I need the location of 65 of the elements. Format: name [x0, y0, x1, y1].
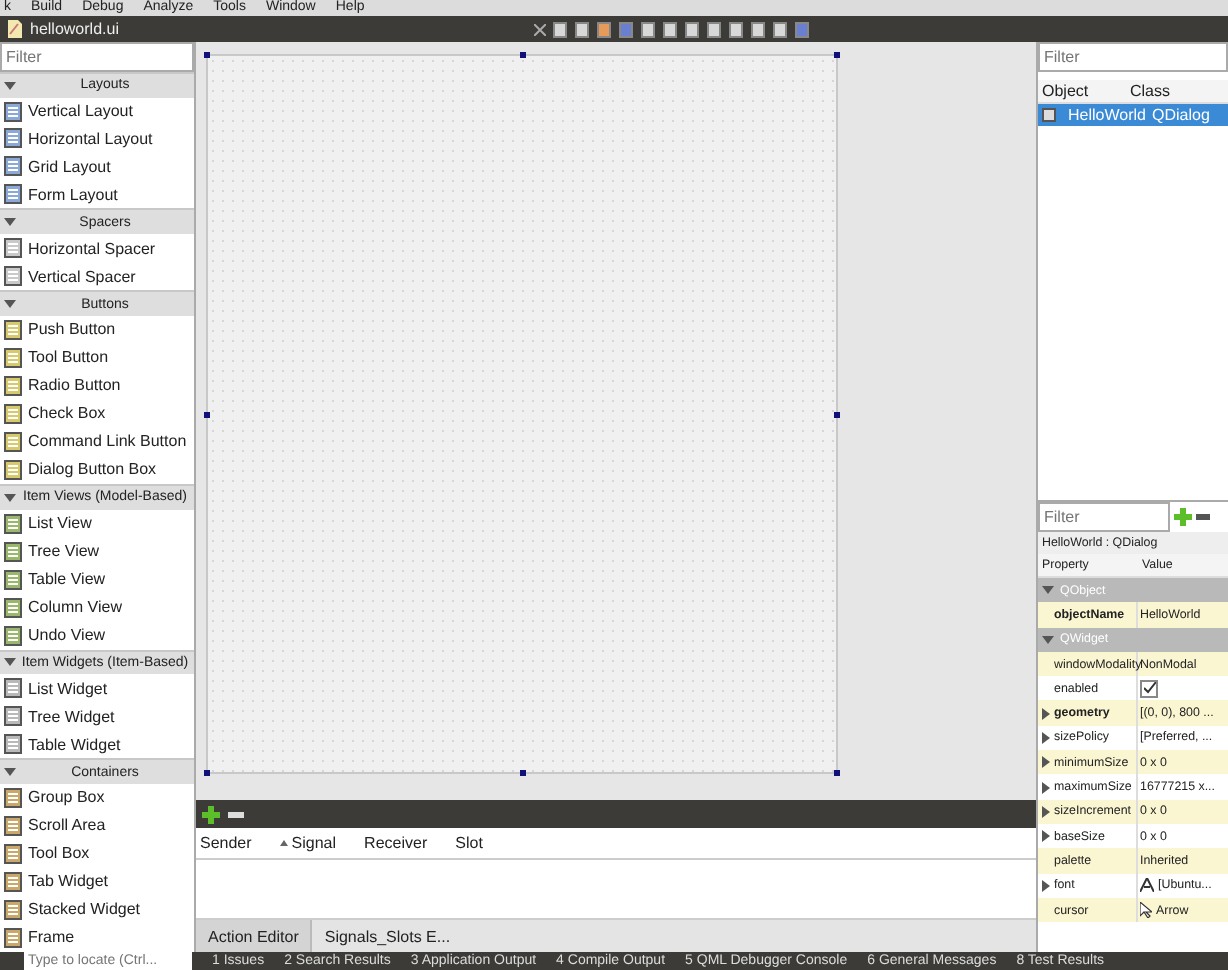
font-icon [1140, 878, 1154, 893]
column-header[interactable]: Receiver [364, 834, 428, 852]
widget-item[interactable]: Vertical Spacer [0, 262, 194, 291]
widget-item[interactable]: Table View [0, 565, 194, 594]
expanded-arrow-icon[interactable] [4, 216, 16, 229]
widget-item[interactable]: Stacked Widget [0, 895, 194, 924]
object-row[interactable]: HelloWorld QDialog [1038, 104, 1228, 126]
widget-item[interactable]: Undo View [0, 621, 194, 649]
expanded-arrow-icon[interactable] [4, 79, 16, 92]
file-icon [8, 20, 22, 38]
widget-item[interactable]: Dialog Button Box [0, 455, 194, 484]
widget-item[interactable]: Command Link Button [0, 427, 194, 456]
widget-item[interactable]: Push Button [0, 315, 194, 344]
resize-handle[interactable] [834, 412, 840, 418]
widget-item[interactable]: Table Widget [0, 730, 194, 759]
widget-item[interactable]: Form Layout [0, 180, 194, 209]
widget-item[interactable]: Check Box [0, 399, 194, 428]
add-icon[interactable] [202, 805, 220, 823]
sort-arrow-icon [279, 840, 288, 846]
cursor-icon [1140, 902, 1152, 918]
widget-item[interactable]: Horizontal Layout [0, 125, 194, 153]
expanded-arrow-icon[interactable] [4, 298, 16, 311]
panel-tab[interactable]: Action Editor [196, 920, 313, 952]
widget-item[interactable]: Grid Layout [0, 152, 194, 181]
resize-handle[interactable] [204, 412, 210, 418]
filter-field[interactable]: Filter [1038, 42, 1228, 72]
document-tab[interactable]: helloworld.ui [30, 20, 119, 38]
expanded-arrow-icon[interactable] [4, 766, 16, 779]
expanded-arrow-icon[interactable] [4, 656, 16, 669]
dialog-icon [1042, 108, 1056, 122]
collapsed-arrow-icon[interactable] [1040, 879, 1052, 892]
widget-item[interactable]: Radio Button [0, 371, 194, 400]
resize-handle[interactable] [204, 770, 210, 776]
widget-item[interactable]: Tree Widget [0, 702, 194, 731]
resize-handle[interactable] [520, 52, 526, 58]
widget-item[interactable]: Tab Widget [0, 867, 194, 896]
column-header[interactable]: Signal [291, 834, 337, 852]
close-icon[interactable] [534, 23, 547, 35]
widget-item[interactable]: Column View [0, 593, 194, 622]
column-header[interactable]: Sender [200, 834, 252, 852]
resize-handle[interactable] [834, 770, 840, 776]
widget-item[interactable]: Horizontal Spacer [0, 234, 194, 263]
filter-field[interactable]: Filter [0, 42, 194, 72]
widget-item[interactable]: Group Box [0, 783, 194, 812]
resize-handle[interactable] [520, 770, 526, 776]
widget-item[interactable]: List View [0, 509, 194, 538]
resize-handle[interactable] [204, 52, 210, 58]
widget-item[interactable]: Frame [0, 923, 194, 952]
remove-icon[interactable] [228, 811, 244, 817]
column-header[interactable]: Class [1130, 82, 1228, 100]
widget-item[interactable]: Scroll Area [0, 811, 194, 840]
panel-tab[interactable]: Signals_Slots E... [312, 920, 463, 952]
widget-item[interactable]: Tool Box [0, 839, 194, 868]
widget-item[interactable]: Vertical Layout [0, 97, 194, 125]
expanded-arrow-icon[interactable] [1042, 584, 1054, 597]
widget-item[interactable]: Tool Button [0, 343, 194, 372]
checkbox[interactable] [1140, 679, 1158, 698]
resize-handle[interactable] [834, 52, 840, 58]
column-header[interactable]: Slot [455, 834, 483, 852]
widget-item[interactable]: List Widget [0, 674, 194, 703]
column-header[interactable]: Object [1042, 82, 1130, 100]
widget-item[interactable]: Tree View [0, 537, 194, 566]
filter-field[interactable]: Filter [1038, 502, 1170, 532]
expanded-arrow-icon[interactable] [1042, 633, 1054, 646]
expanded-arrow-icon[interactable] [4, 491, 16, 504]
